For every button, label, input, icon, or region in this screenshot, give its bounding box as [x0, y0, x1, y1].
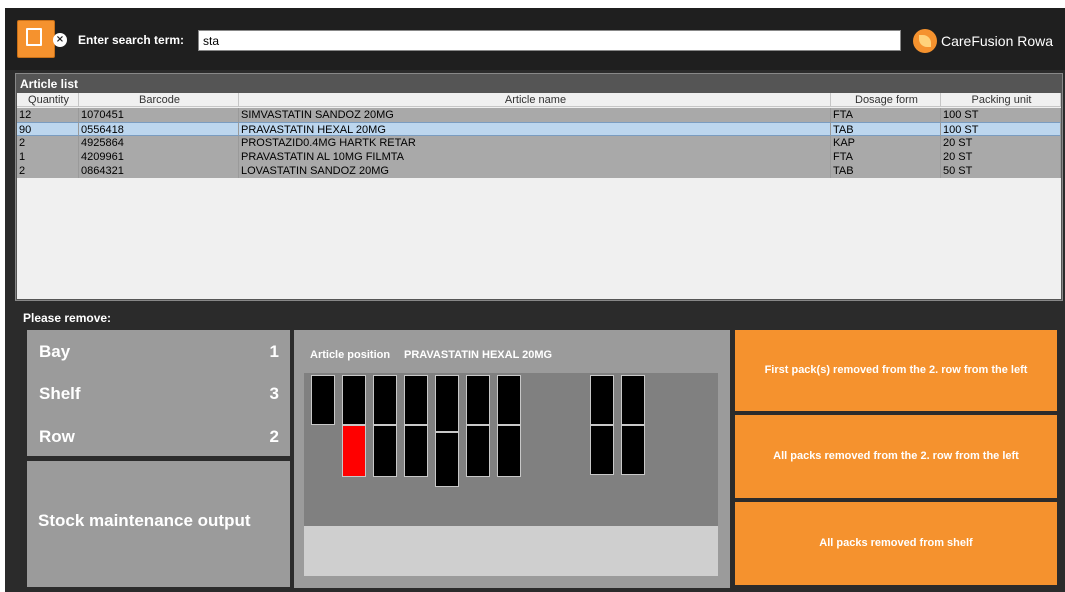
please-remove-title: Please remove:: [23, 311, 112, 325]
table-row[interactable]: 1 4209961 PRAVASTATIN AL 10MG FILMTA FTA…: [17, 150, 1061, 164]
pack: [435, 432, 459, 487]
column-header-dosage-form[interactable]: Dosage form: [831, 93, 941, 107]
search-input[interactable]: [198, 30, 901, 51]
cell-article-name: LOVASTATIN SANDOZ 20MG: [239, 164, 831, 178]
cell-dosage-form: FTA: [831, 108, 941, 122]
cell-dosage-form: KAP: [831, 136, 941, 150]
app-logo-icon[interactable]: [17, 20, 55, 58]
cell-article-name: PRAVASTATIN AL 10MG FILMTA: [239, 150, 831, 164]
pack: [404, 375, 428, 425]
cell-quantity: 12: [17, 108, 79, 122]
row-value: 2: [269, 427, 279, 446]
app-window: × Enter search term: CareFusion Rowa Art…: [5, 8, 1065, 592]
table-header-row: Quantity Barcode Article name Dosage for…: [17, 93, 1061, 107]
article-list-title: Article list: [16, 74, 1062, 92]
stock-maintenance-output-button[interactable]: Stock maintenance output: [27, 461, 290, 587]
bay-label: Bay: [39, 342, 71, 361]
location-box: Bay 1 Shelf 3 Row 2: [27, 330, 290, 456]
cell-dosage-form: TAB: [831, 122, 941, 136]
cell-packing-unit: 20 ST: [941, 150, 1061, 164]
shelf-value: 3: [269, 384, 279, 403]
top-bar: × Enter search term: CareFusion Rowa: [5, 8, 1065, 70]
column-header-barcode[interactable]: Barcode: [79, 93, 239, 107]
cell-packing-unit: 100 ST: [941, 122, 1061, 136]
cell-quantity: 2: [17, 136, 79, 150]
pack: [466, 425, 490, 477]
pack: [497, 425, 521, 477]
cell-barcode: 0864321: [79, 164, 239, 178]
bay-value: 1: [269, 342, 279, 361]
table-row-selected[interactable]: 90 0556418 PRAVASTATIN HEXAL 20MG TAB 10…: [17, 122, 1061, 136]
location-row-bay: Bay 1: [39, 342, 279, 366]
cell-packing-unit: 100 ST: [941, 108, 1061, 122]
pack-to-remove: [342, 425, 366, 477]
location-row-row: Row 2: [39, 427, 279, 451]
shelf-label: Shelf: [39, 384, 81, 403]
cell-barcode: 4925864: [79, 136, 239, 150]
cell-dosage-form: FTA: [831, 150, 941, 164]
cell-packing-unit: 50 ST: [941, 164, 1061, 178]
table-row[interactable]: 12 1070451 SIMVASTATIN SANDOZ 20MG FTA 1…: [17, 108, 1061, 122]
article-position-panel: Article position PRAVASTATIN HEXAL 20MG: [294, 330, 730, 588]
brand-name: CareFusion Rowa: [941, 33, 1054, 49]
clear-search-icon[interactable]: ×: [53, 33, 67, 47]
cell-barcode: 0556418: [79, 122, 239, 136]
cell-quantity: 1: [17, 150, 79, 164]
article-position-name: PRAVASTATIN HEXAL 20MG: [404, 349, 553, 361]
first-packs-removed-button[interactable]: First pack(s) removed from the 2. row fr…: [735, 330, 1057, 411]
cell-packing-unit: 20 ST: [941, 136, 1061, 150]
table-row[interactable]: 2 4925864 PROSTAZID0.4MG HARTK RETAR KAP…: [17, 136, 1061, 150]
article-position-label: Article position: [310, 349, 391, 361]
carefusion-logo-icon: [913, 29, 937, 53]
cell-dosage-form: TAB: [831, 164, 941, 178]
all-packs-removed-shelf-button[interactable]: All packs removed from shelf: [735, 502, 1057, 585]
pack: [497, 375, 521, 425]
shelf-base: [304, 526, 718, 576]
cell-quantity: 90: [17, 122, 79, 136]
row-label: Row: [39, 427, 75, 446]
pack: [373, 425, 397, 477]
pack: [466, 375, 490, 425]
pack: [621, 425, 645, 475]
location-row-shelf: Shelf 3: [39, 384, 279, 408]
shelf-visualization: [304, 373, 718, 526]
pack: [404, 425, 428, 477]
cell-barcode: 1070451: [79, 108, 239, 122]
article-list-panel: Article list Quantity Barcode Article na…: [15, 73, 1063, 301]
article-table: Quantity Barcode Article name Dosage for…: [17, 93, 1061, 299]
pack: [621, 375, 645, 425]
pack: [435, 375, 459, 432]
column-header-packing-unit[interactable]: Packing unit: [941, 93, 1061, 107]
pack: [590, 375, 614, 425]
column-header-quantity[interactable]: Quantity: [17, 93, 79, 107]
search-label: Enter search term:: [78, 33, 185, 47]
pack: [590, 425, 614, 475]
cell-quantity: 2: [17, 164, 79, 178]
all-packs-removed-row-button[interactable]: All packs removed from the 2. row from t…: [735, 415, 1057, 498]
column-header-article-name[interactable]: Article name: [239, 93, 831, 107]
table-row[interactable]: 2 0864321 LOVASTATIN SANDOZ 20MG TAB 50 …: [17, 164, 1061, 178]
cell-article-name: PROSTAZID0.4MG HARTK RETAR: [239, 136, 831, 150]
stock-maintenance-output-label: Stock maintenance output: [38, 511, 251, 530]
pack: [311, 375, 335, 425]
cell-article-name: SIMVASTATIN SANDOZ 20MG: [239, 108, 831, 122]
pack: [342, 375, 366, 425]
cell-barcode: 4209961: [79, 150, 239, 164]
pack: [373, 375, 397, 425]
cell-article-name: PRAVASTATIN HEXAL 20MG: [239, 122, 831, 136]
